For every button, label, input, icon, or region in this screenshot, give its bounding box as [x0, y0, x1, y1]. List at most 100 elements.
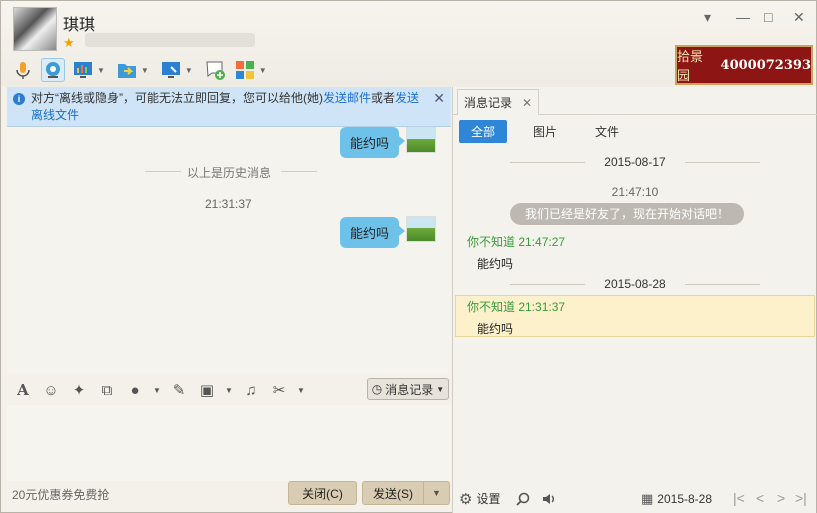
send-button-label: 发送(S) [373, 486, 413, 501]
screen-share-icon [161, 62, 180, 78]
history-filters: 全部 图片 文件 [459, 120, 631, 143]
font-icon[interactable]: A [13, 380, 33, 400]
settings-button[interactable]: ⚙ 设置 [459, 490, 500, 508]
create-discussion-button[interactable] [203, 58, 227, 82]
emoji-icon[interactable]: ☺ [41, 380, 61, 400]
image-icon[interactable]: ▣ [197, 380, 217, 400]
contact-avatar[interactable] [13, 7, 57, 51]
tab-message-history[interactable]: 消息记录 ✕ [457, 89, 540, 115]
next-page-icon[interactable]: > [777, 490, 785, 506]
window-header: 琪琪 ★ ▾ — □ ✕ ▼ ▼ ▼ ▼ 拾景园 4000072393 [1, 1, 816, 87]
system-message: 我们已经是好友了，现在开始对话吧！ [510, 203, 744, 225]
message-text: 能约吗 [477, 322, 514, 336]
minimize-button[interactable]: — [736, 9, 750, 25]
history-divider: 以上是历史消息 [187, 166, 272, 180]
chat-area: 能约吗 以上是历史消息 21:31:37 能约吗 [7, 127, 451, 375]
chat-bubble-history: 能约吗 [340, 127, 406, 158]
filter-all[interactable]: 全部 [459, 120, 508, 143]
close-notice-button[interactable]: ✕ [433, 90, 445, 107]
search-icon[interactable] [515, 491, 531, 507]
send-options-chevron-icon[interactable]: ▼ [423, 482, 449, 504]
message-text: 能约吗 [477, 257, 514, 271]
avatar[interactable] [406, 127, 436, 153]
folder-transfer-icon [117, 64, 136, 78]
speaker-icon[interactable] [541, 491, 557, 507]
maximize-button[interactable]: □ [764, 9, 772, 25]
add-chat-icon [206, 61, 225, 80]
divider-line [281, 171, 317, 172]
apps-button[interactable] [233, 58, 257, 82]
send-email-link[interactable]: 发送邮件 [323, 91, 371, 105]
settings-label: 设置 [476, 492, 501, 506]
edit-icon[interactable]: ✎ [169, 380, 189, 400]
chevron-down-icon[interactable]: ▼ [185, 66, 193, 75]
contact-signature-blurred [85, 33, 255, 47]
advertisement-banner[interactable]: 拾景园 4000072393 [675, 45, 813, 85]
offline-notice: i 对方“离线或隐身”，可能无法立即回复，您可以给他(她)发送邮件或者发送离线文… [7, 87, 451, 127]
chevron-down-icon[interactable]: ▼ [153, 380, 161, 400]
prev-page-icon[interactable]: < [756, 490, 764, 506]
apps-grid-icon [235, 61, 254, 79]
chevron-down-icon[interactable]: ▼ [259, 66, 267, 75]
date-divider-line [685, 284, 760, 285]
avatar[interactable] [406, 216, 436, 242]
close-button-label: 关闭(C) [302, 486, 343, 501]
notice-text-prefix: 对方“离线或隐身”，可能无法立即回复，您可以给他(她) [31, 91, 323, 105]
contact-name: 琪琪 [63, 17, 96, 34]
music-icon[interactable]: ♫ [241, 380, 261, 400]
input-toolbar: A ☺ ✦ ⧉ ● ▼ ✎ ▣ ▼ ♫ ✂ ▼ ◷ 消息记录 ▼ [7, 375, 451, 405]
filter-files[interactable]: 文件 [583, 120, 631, 143]
first-page-icon[interactable]: |< [733, 490, 745, 506]
system-time: 21:47:10 [611, 185, 659, 199]
chat-timestamp: 21:31:37 [205, 197, 252, 211]
filter-images[interactable]: 图片 [521, 120, 569, 143]
chevron-down-icon[interactable]: ▼ [97, 66, 105, 75]
video-call-button[interactable] [41, 58, 65, 82]
notice-text: 对方“离线或隐身”，可能无法立即回复，您可以给他(她)发送邮件或者发送离线文件 [31, 90, 431, 124]
message-history-button[interactable]: ◷ 消息记录 ▼ [367, 378, 449, 400]
screen-share-button[interactable] [159, 58, 183, 82]
chevron-down-icon: ▼ [436, 384, 445, 394]
message-sender: 你不知道 21:47:27 [467, 235, 566, 249]
date-divider-line [685, 162, 760, 163]
remote-desktop-button[interactable] [71, 58, 95, 82]
chat-window: 琪琪 ★ ▾ — □ ✕ ▼ ▼ ▼ ▼ 拾景园 4000072393 i 对方… [0, 0, 817, 513]
monitor-chart-icon [74, 62, 92, 78]
chevron-down-icon[interactable]: ▼ [297, 380, 305, 400]
close-window-button[interactable]: ✕ [793, 9, 805, 26]
current-date: 2015-8-28 [657, 491, 713, 506]
send-button[interactable]: 发送(S) ▼ [362, 481, 450, 505]
voice-message-icon[interactable]: ● [125, 380, 145, 400]
calendar-icon: ▦ [641, 490, 654, 506]
promo-link[interactable]: 20元优惠券免费抢 [12, 486, 109, 503]
star-icon: ★ [63, 35, 75, 50]
send-file-button[interactable] [115, 58, 139, 82]
ad-phone: 4000072393 [720, 57, 811, 73]
divider-line [145, 171, 181, 172]
close-tab-icon[interactable]: ✕ [522, 96, 532, 110]
close-button[interactable]: 关闭(C) [288, 481, 357, 505]
webcam-icon [46, 62, 60, 78]
contact-toolbar: ▼ ▼ ▼ ▼ [11, 57, 271, 83]
date-picker[interactable]: ▦ 2015-8-28 [641, 491, 712, 507]
chevron-down-icon[interactable]: ▼ [141, 66, 149, 75]
window-menu-button[interactable]: ▾ [704, 9, 711, 26]
shake-window-icon[interactable]: ⧉ [97, 380, 117, 400]
history-date: 2015-08-17 [604, 155, 666, 169]
ad-brand: 拾景园 [677, 50, 704, 84]
notice-text-mid: 或者 [371, 91, 396, 105]
voice-call-button[interactable] [11, 58, 35, 82]
gear-icon: ⚙ [459, 490, 473, 508]
tab-label: 消息记录 [464, 96, 513, 110]
screenshot-scissors-icon[interactable]: ✂ [269, 380, 289, 400]
magic-wand-icon[interactable]: ✦ [69, 380, 89, 400]
chevron-down-icon[interactable]: ▼ [225, 380, 233, 400]
info-icon: i [13, 93, 25, 105]
message-history-label: 消息记录 [385, 382, 434, 397]
message-input[interactable] [7, 405, 451, 481]
message-sender: 你不知道 21:31:37 [467, 300, 566, 314]
clock-icon: ◷ [371, 382, 383, 396]
last-page-icon[interactable]: >| [795, 490, 807, 506]
chat-bubble: 能约吗 [340, 217, 406, 248]
history-footer: ⚙ 设置 ▦ 2015-8-28 |< < > >| [453, 484, 817, 513]
